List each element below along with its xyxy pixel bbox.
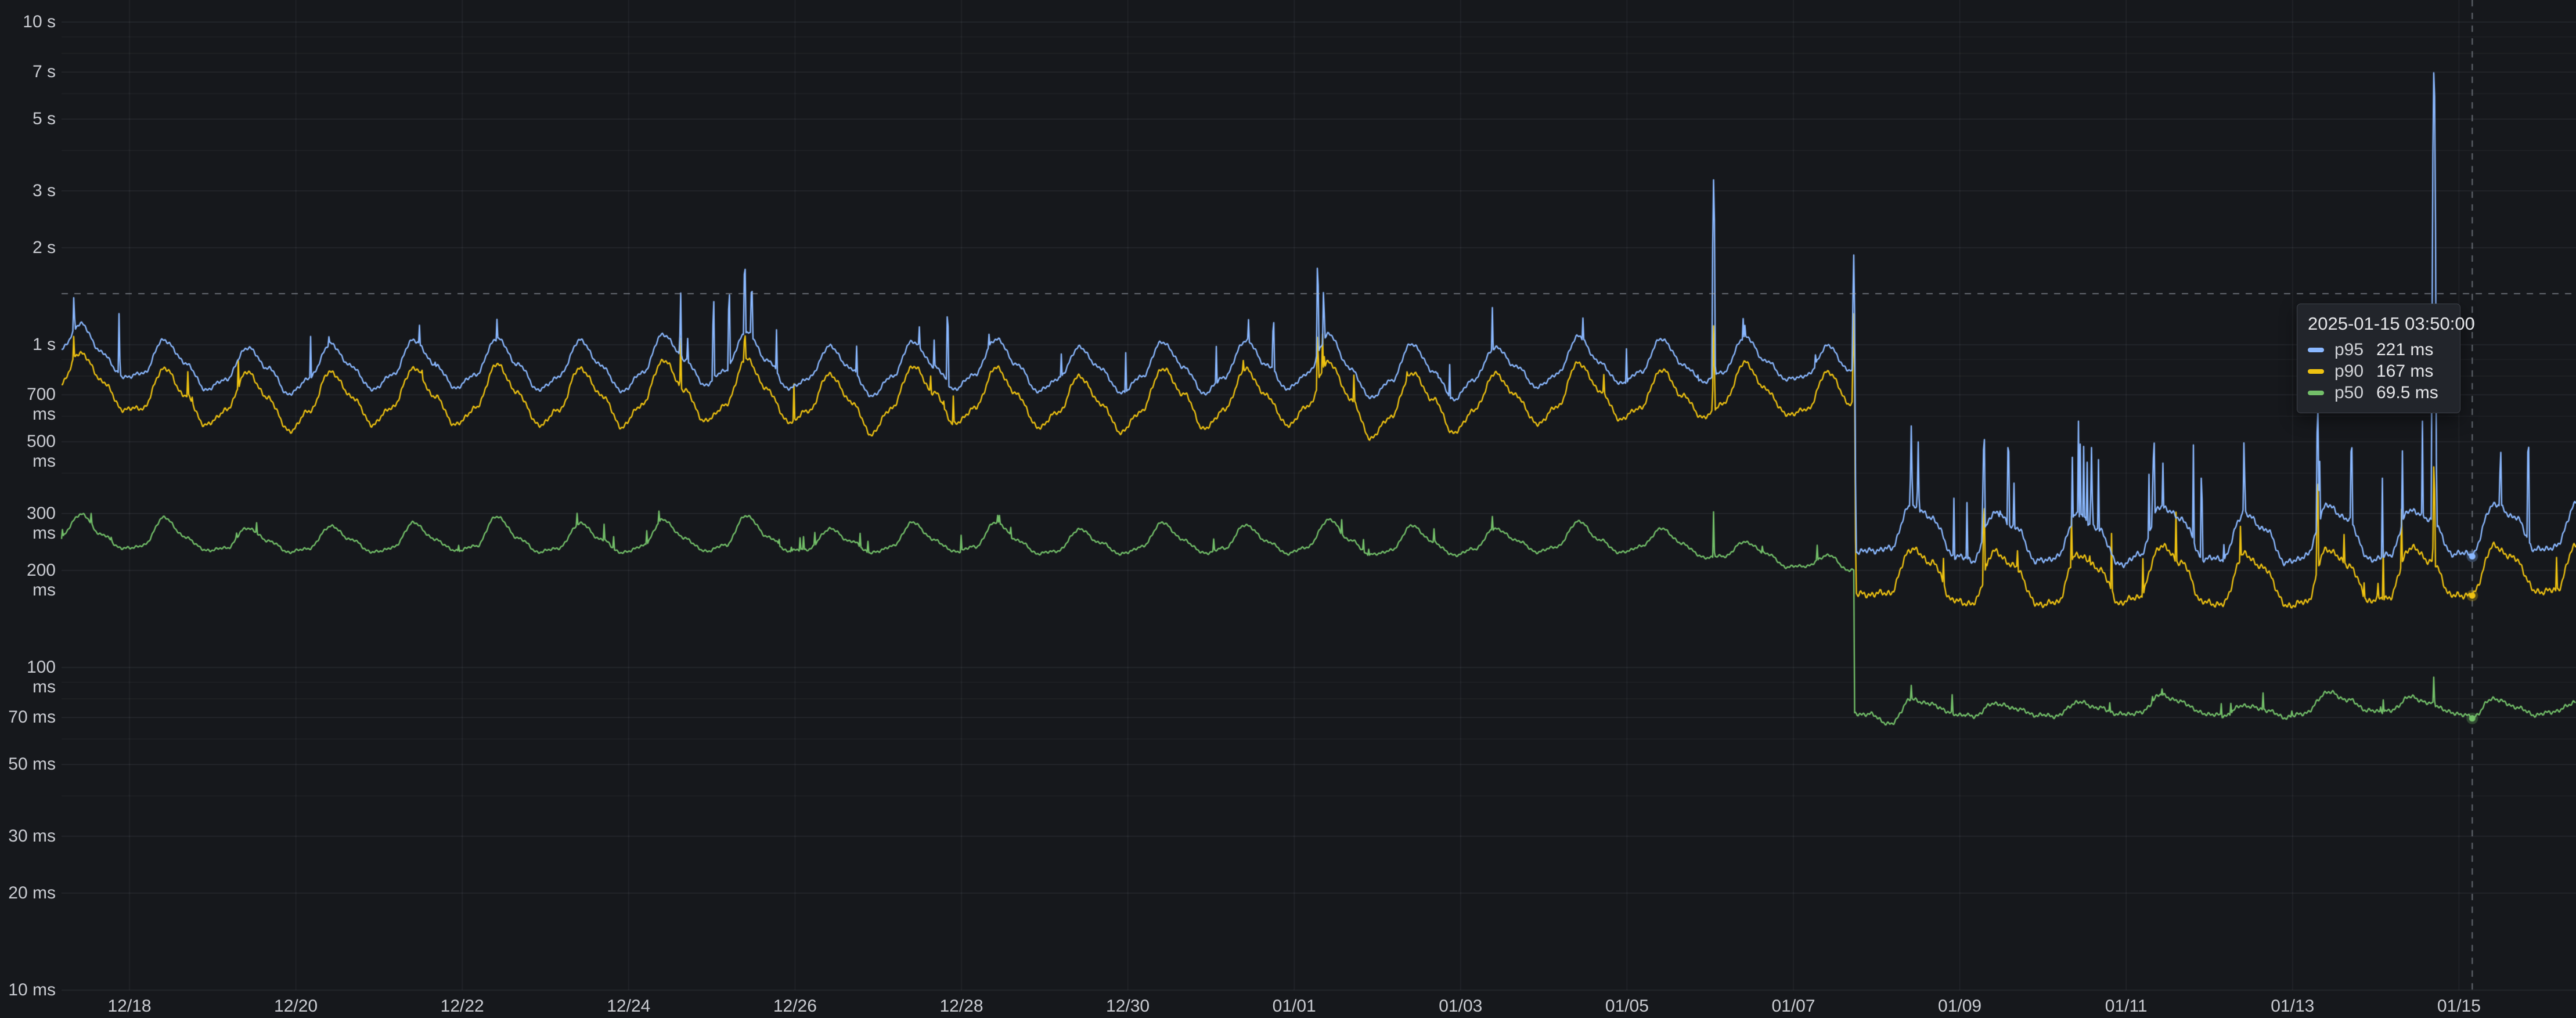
series-color-swatch: [2308, 391, 2324, 395]
x-tick-label: 01/15: [2412, 996, 2505, 1017]
y-tick-label: 700 ms: [2, 385, 56, 424]
x-tick-label: 12/30: [1082, 996, 1174, 1017]
series-value: 221 ms: [2376, 340, 2453, 360]
tooltip-rows: p95221 msp90167 msp5069.5 ms: [2308, 339, 2449, 403]
x-tick-label: 01/09: [1914, 996, 2006, 1017]
x-tick-label: 01/13: [2246, 996, 2339, 1017]
y-tick-label: 300 ms: [2, 504, 56, 543]
x-tick-label: 12/18: [83, 996, 176, 1017]
y-tick-label: 5 s: [2, 109, 56, 129]
series-name: p50: [2334, 383, 2376, 403]
x-tick-label: 12/22: [416, 996, 509, 1017]
tooltip-timestamp: 2025-01-15 03:50:00: [2308, 313, 2449, 334]
y-tick-label: 70 ms: [2, 707, 56, 727]
x-tick-label: 01/05: [1580, 996, 1673, 1017]
series-color-swatch: [2308, 369, 2324, 374]
y-tick-label: 7 s: [2, 62, 56, 82]
series-value: 167 ms: [2376, 362, 2453, 381]
tooltip-row: p5069.5 ms: [2308, 382, 2449, 403]
y-tick-label: 500 ms: [2, 432, 56, 471]
x-tick-label: 12/20: [250, 996, 343, 1017]
hover-tooltip: 2025-01-15 03:50:00 p95221 msp90167 msp5…: [2297, 304, 2460, 413]
y-tick-label: 30 ms: [2, 826, 56, 846]
timeseries-plot[interactable]: [0, 0, 2576, 1018]
tooltip-row: p90167 ms: [2308, 360, 2449, 382]
series-value: 69.5 ms: [2376, 383, 2458, 403]
y-tick-label: 100 ms: [2, 658, 56, 697]
x-tick-label: 01/03: [1414, 996, 1507, 1017]
latency-percentiles-panel: 10 s 7 s 5 s 3 s 2 s 1 s 700 ms 500 ms 300 ms 200…: [0, 0, 2576, 1018]
y-tick-label: 10 s: [2, 12, 56, 32]
x-tick-label: 12/26: [748, 996, 841, 1017]
tooltip-row: p95221 ms: [2308, 339, 2449, 360]
x-tick-label: 12/28: [915, 996, 1008, 1017]
y-tick-label: 3 s: [2, 181, 56, 201]
series-name: p95: [2334, 340, 2376, 360]
series-color-swatch: [2308, 348, 2324, 352]
x-tick-label: 12/24: [582, 996, 675, 1017]
x-tick-label: 01/07: [1747, 996, 1840, 1017]
y-tick-label: 10 ms: [2, 980, 56, 1000]
y-tick-label: 200 ms: [2, 561, 56, 600]
series-name: p90: [2334, 362, 2376, 381]
y-tick-label: 50 ms: [2, 755, 56, 774]
x-tick-label: 01/01: [1248, 996, 1341, 1017]
y-tick-label: 1 s: [2, 335, 56, 355]
x-tick-label: 01/11: [2080, 996, 2173, 1017]
y-tick-label: 2 s: [2, 238, 56, 258]
y-tick-label: 20 ms: [2, 883, 56, 903]
